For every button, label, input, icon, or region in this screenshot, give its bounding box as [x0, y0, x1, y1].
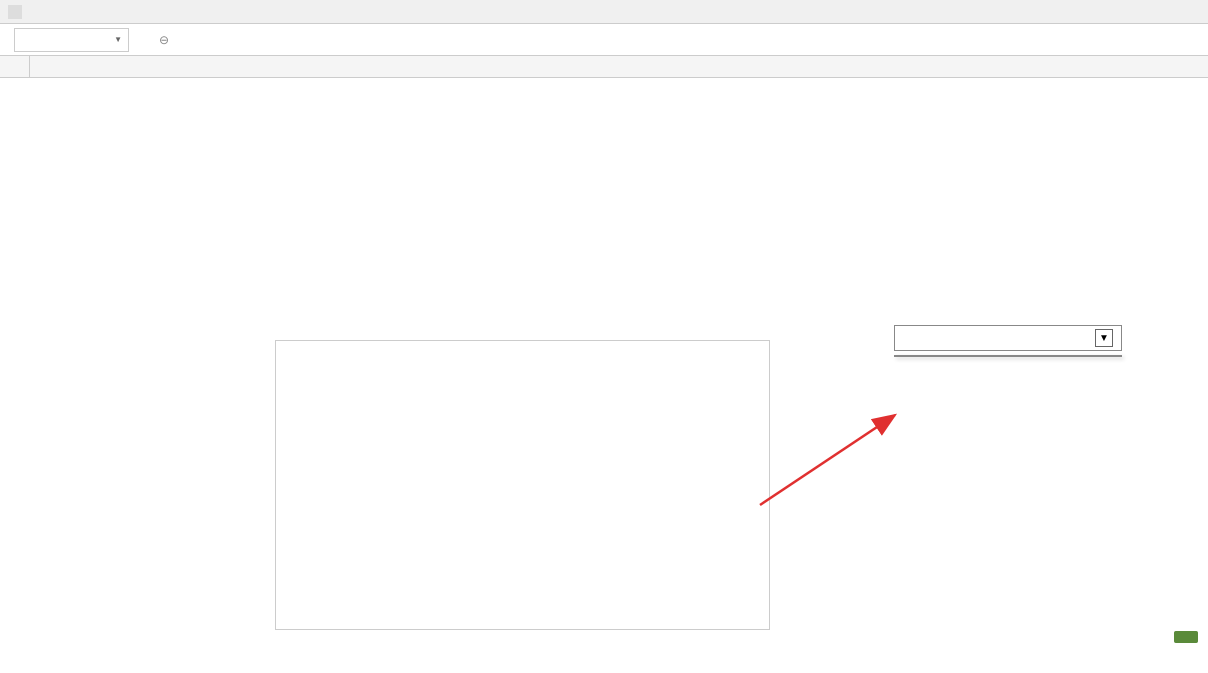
dropdown-arrow-icon[interactable]: ▼	[1095, 329, 1113, 347]
zoom-out-icon[interactable]: ⊖	[159, 33, 169, 47]
annotation-arrow	[750, 410, 910, 510]
name-box-dropdown-icon[interactable]: ▼	[114, 35, 122, 44]
chart-x-axis	[316, 571, 749, 589]
chart-y-axis	[288, 359, 313, 569]
chart[interactable]	[275, 340, 770, 630]
spreadsheet	[0, 56, 1208, 78]
dropdown-selected[interactable]: ▼	[894, 325, 1122, 351]
formula-bar: ▼ ⊖	[0, 24, 1208, 56]
name-box[interactable]: ▼	[14, 28, 129, 52]
dropdown-list	[894, 355, 1122, 357]
column-headers	[0, 56, 1208, 78]
select-all-corner[interactable]	[0, 56, 30, 77]
watermark-badge	[1174, 631, 1198, 643]
chart-bars	[316, 359, 749, 569]
chart-plot-area[interactable]	[316, 359, 749, 589]
toolbar-copy[interactable]	[8, 5, 24, 19]
ribbon-toolbar	[0, 0, 1208, 24]
series-dropdown: ▼	[894, 325, 1122, 357]
